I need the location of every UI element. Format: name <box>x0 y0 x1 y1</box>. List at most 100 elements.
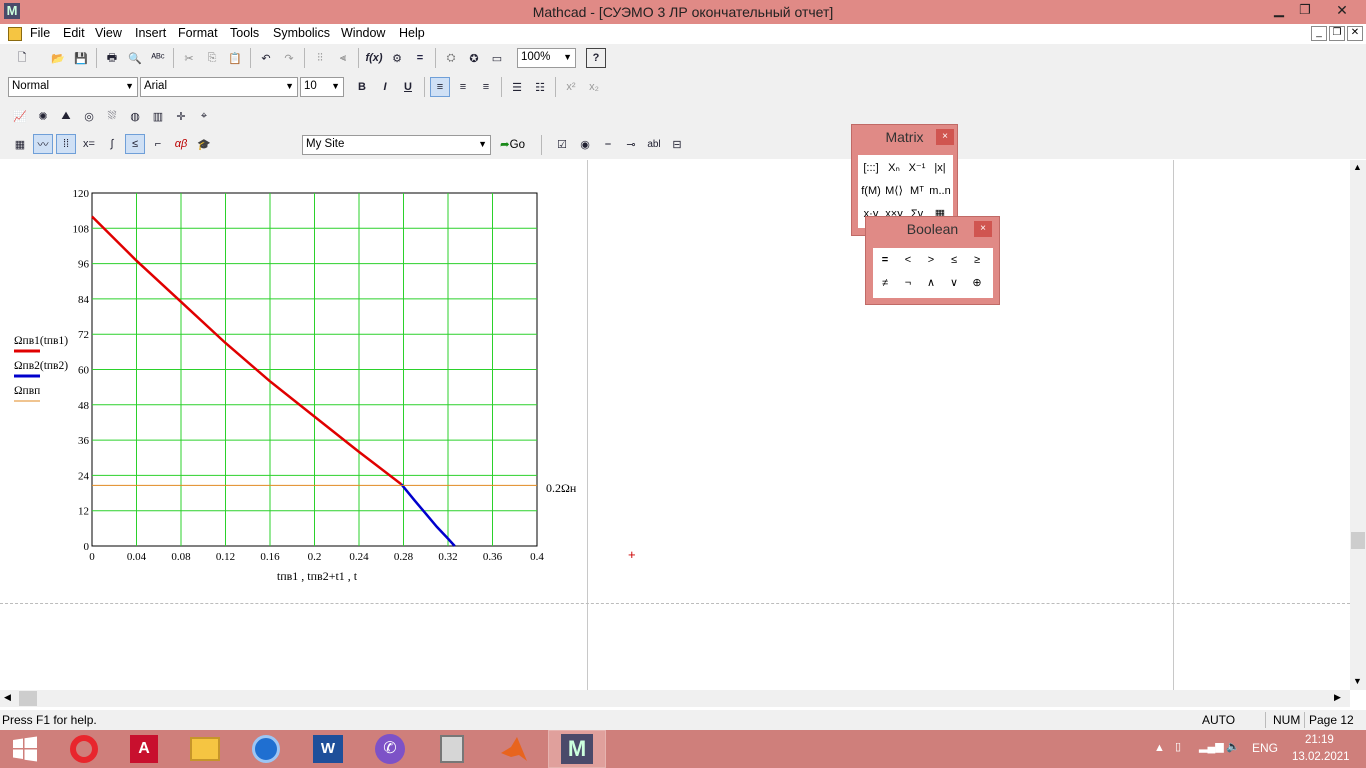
xy-plot[interactable]: 0 0.04 0.08 0.12 0.16 0.2 0.24 0.28 0.32 0.36 0.4 … <box>0 180 590 610</box>
component-icon[interactable]: ⛭ <box>441 48 461 68</box>
bool-equal-icon[interactable]: = <box>874 250 896 270</box>
calculator-app-icon[interactable] <box>424 730 480 768</box>
horizontal-scrollbar[interactable]: ◀ ▶ <box>0 690 1350 707</box>
not-icon[interactable]: ¬ <box>897 273 919 293</box>
start-button[interactable] <box>0 730 50 768</box>
resource-center-icon[interactable]: ✪ <box>464 48 484 68</box>
vertical-scrollbar[interactable]: ▲ ▼ <box>1350 160 1366 690</box>
zoom-select[interactable]: 100% ▼ <box>517 48 576 68</box>
clock-time[interactable]: 21:19 <box>1305 734 1334 746</box>
word-icon[interactable]: W <box>300 730 356 768</box>
graph-palette-icon[interactable]: 〰 <box>33 134 53 154</box>
boolean-palette-close-button[interactable]: × <box>974 221 992 237</box>
zoom-plot-icon[interactable]: ⌖ <box>194 106 214 126</box>
not-equal-icon[interactable]: ≠ <box>874 273 896 293</box>
insert-matrix-icon[interactable]: [:::] <box>860 158 882 178</box>
redo-icon[interactable]: ↷ <box>279 48 299 68</box>
doc-restore-button[interactable]: ❐ <box>1329 26 1345 41</box>
less-equal-icon[interactable]: ≤ <box>943 250 965 270</box>
battery-icon[interactable]: ▯ <box>1175 740 1181 753</box>
show-hidden-icons[interactable]: ▲ <box>1154 742 1165 754</box>
vector-field-icon[interactable]: ▥ <box>148 106 168 126</box>
matlab-icon[interactable] <box>486 730 542 768</box>
less-than-icon[interactable]: < <box>897 250 919 270</box>
polar-plot-icon[interactable]: ✺ <box>33 106 53 126</box>
xor-icon[interactable]: ⊕ <box>966 273 988 293</box>
listbox-control-icon[interactable]: ⊟ <box>667 134 687 154</box>
doc-close-button[interactable]: ✕ <box>1347 26 1363 41</box>
undo-icon[interactable]: ↶ <box>256 48 276 68</box>
bold-button[interactable]: B <box>352 77 372 97</box>
menu-view[interactable]: View <box>95 26 122 40</box>
calculus-palette-icon[interactable]: ∫ <box>102 134 122 154</box>
paste-icon[interactable]: 📋 <box>225 48 245 68</box>
spell-check-icon[interactable]: ᴬᴮᶜ <box>148 48 168 68</box>
symbolic-palette-icon[interactable]: 🎓 <box>194 134 214 154</box>
menu-help[interactable]: Help <box>399 26 425 40</box>
align-down-icon[interactable]: ⫷ <box>333 48 353 68</box>
worksheet[interactable]: + 0 0.04 0.08 0.12 0.16 0.2 0.24 0.28 0.32 0.36 0.… <box>0 160 1366 690</box>
menu-tools[interactable]: Tools <box>230 26 259 40</box>
align-left-icon[interactable]: ≡ <box>430 77 450 97</box>
insert-unit-icon[interactable]: ⚙ <box>387 48 407 68</box>
underline-button[interactable]: U <box>398 77 418 97</box>
viber-icon[interactable]: ✆ <box>362 730 418 768</box>
h-scroll-thumb[interactable] <box>19 691 37 706</box>
subscript-icon[interactable]: Xₙ <box>883 158 905 178</box>
go-button[interactable]: ➦Go <box>500 137 525 151</box>
column-icon[interactable]: M⟨⟩ <box>883 181 905 201</box>
opera-icon[interactable] <box>56 730 112 768</box>
programming-palette-icon[interactable]: ⌐ <box>148 134 168 154</box>
new-icon[interactable]: 🗋 <box>12 48 32 68</box>
calculator-icon[interactable]: ▦ <box>10 134 30 154</box>
greek-palette-icon[interactable]: αβ <box>171 134 191 154</box>
matrix-palette-icon[interactable]: ⁞⁞ <box>56 134 76 154</box>
language-indicator[interactable]: ENG <box>1252 741 1278 755</box>
vectorize-icon[interactable]: f(M) <box>860 181 882 201</box>
transpose-icon[interactable]: Mᵀ <box>906 181 928 201</box>
greater-equal-icon[interactable]: ≥ <box>966 250 988 270</box>
close-button[interactable]: ✕ <box>1320 0 1364 22</box>
xy-plot-icon[interactable]: 📈 <box>10 106 30 126</box>
or-icon[interactable]: ∨ <box>943 273 965 293</box>
document-icon[interactable] <box>8 27 22 41</box>
volume-icon[interactable]: 🔈 <box>1226 740 1240 753</box>
align-across-icon[interactable]: ⫶⫶ <box>310 48 330 68</box>
scroll-thumb[interactable] <box>1351 532 1365 549</box>
and-icon[interactable]: ∧ <box>920 273 942 293</box>
calculate-icon[interactable]: = <box>410 48 430 68</box>
align-right-icon[interactable]: ≡ <box>476 77 496 97</box>
font-select[interactable]: Arial ▼ <box>140 77 298 97</box>
acrobat-icon[interactable]: A <box>116 730 172 768</box>
bullets-icon[interactable]: ☰ <box>507 77 527 97</box>
boolean-palette[interactable]: Boolean × = < > ≤ ≥ ≠ ¬ ∧ ∨ ⊕ <box>865 216 1000 305</box>
subscript-icon[interactable]: x₂ <box>584 77 604 97</box>
checkbox-control-icon[interactable]: ☑ <box>552 134 572 154</box>
print-preview-icon[interactable]: 🔍 <box>125 48 145 68</box>
numbering-icon[interactable]: ☷ <box>530 77 550 97</box>
scroll-right-icon[interactable]: ▶ <box>1334 692 1341 703</box>
slider-control-icon[interactable]: ⊸ <box>621 134 641 154</box>
radio-control-icon[interactable]: ◉ <box>575 134 595 154</box>
inverse-icon[interactable]: X⁻¹ <box>906 158 928 178</box>
copy-icon[interactable]: ⎘ <box>202 48 222 68</box>
boolean-palette-icon[interactable]: ≤ <box>125 134 145 154</box>
matrix-palette-close-button[interactable]: × <box>936 129 954 145</box>
menu-format[interactable]: Format <box>178 26 218 40</box>
scroll-left-icon[interactable]: ◀ <box>4 692 11 703</box>
textbox-control-icon[interactable]: abl <box>644 134 664 154</box>
mathcad-task-icon[interactable]: M <box>548 730 606 768</box>
surface-plot-icon[interactable]: ⛰ <box>56 106 76 126</box>
menu-symbolics[interactable]: Symbolics <box>273 26 330 40</box>
clock-date[interactable]: 13.02.2021 <box>1292 751 1350 763</box>
align-center-icon[interactable]: ≡ <box>453 77 473 97</box>
button-control-icon[interactable]: ⎯ <box>598 134 618 154</box>
explorer-icon[interactable] <box>177 730 233 768</box>
menu-edit[interactable]: Edit <box>63 26 85 40</box>
3d-scatter-icon[interactable]: ⛆ <box>102 106 122 126</box>
browser-globe-icon[interactable] <box>238 730 294 768</box>
superscript-icon[interactable]: x² <box>561 77 581 97</box>
size-select[interactable]: 10 ▼ <box>300 77 344 97</box>
trace-icon[interactable]: ✛ <box>171 106 191 126</box>
doc-minimize-button[interactable]: _ <box>1311 26 1327 41</box>
